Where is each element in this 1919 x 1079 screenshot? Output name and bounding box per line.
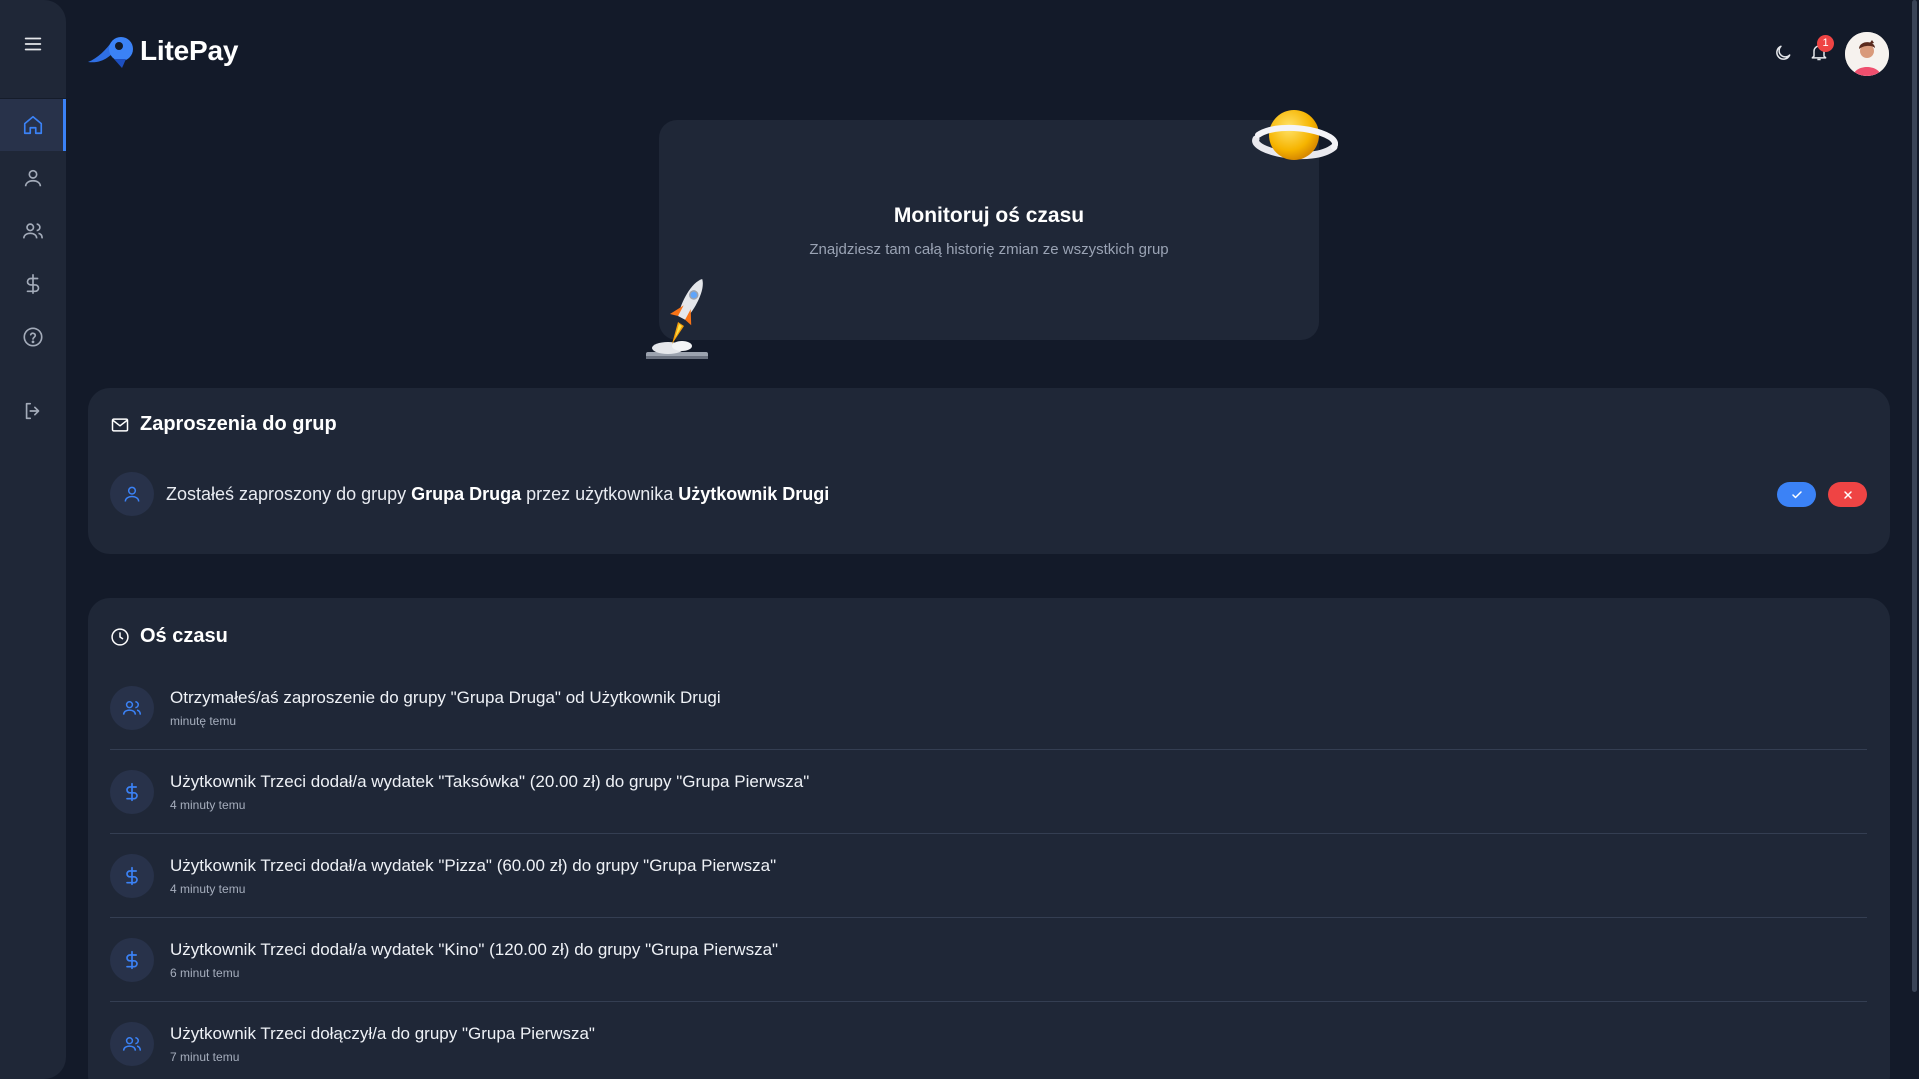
timeline-item-icon [110, 770, 154, 814]
timeline-item-text: Użytkownik Trzeci dołączył/a do grupy "G… [170, 1024, 595, 1043]
sidebar-item-help[interactable] [0, 311, 66, 363]
timeline-item-time: minutę temu [170, 714, 237, 728]
accept-invitation-button[interactable] [1777, 482, 1816, 507]
timeline-item-text: Otrzymałeś/aś zaproszenie do grupy "Grup… [170, 688, 721, 707]
sidebar-item-logout[interactable] [0, 385, 66, 437]
timeline-title: Oś czasu [140, 625, 228, 647]
moon-icon [1776, 45, 1791, 60]
avatar-image [1845, 32, 1889, 76]
timeline-item: Użytkownik Trzeci dodał/a wydatek "Kino"… [110, 918, 1867, 1002]
timeline-item-time: 7 minut temu [170, 1050, 240, 1064]
hero-card: Monitoruj oś czasu Znajdziesz tam całą h… [659, 120, 1319, 340]
theme-toggle-button[interactable] [1770, 40, 1796, 66]
invitations-card: Zaproszenia do grup Zostałeś zaproszony … [88, 388, 1890, 554]
logout-icon [25, 402, 40, 420]
dollar-icon [126, 782, 138, 802]
timeline-item-icon [110, 938, 154, 982]
hero-title: Monitoruj oś czasu [893, 204, 1085, 227]
clock-icon [111, 627, 129, 646]
users-icon [23, 223, 43, 239]
invitation-prefix: Zostałeś zaproszony do grupy [166, 483, 412, 504]
timeline-header: Oś czasu [110, 625, 228, 648]
timeline-item: Użytkownik Trzeci dodał/a wydatek "Taksó… [110, 750, 1867, 834]
timeline-item-text: Użytkownik Trzeci dodał/a wydatek "Taksó… [170, 772, 810, 791]
decline-invitation-button[interactable] [1828, 482, 1867, 507]
dollar-icon [126, 866, 138, 886]
invitations-header: Zaproszenia do grup [110, 413, 337, 436]
planet-illustration [1252, 110, 1338, 160]
invitation-avatar [110, 472, 154, 516]
hamburger-icon [24, 37, 42, 51]
invitation-group-name: Grupa Druga [411, 483, 522, 504]
timeline-item-time: 4 minuty temu [170, 798, 246, 812]
page-scrollbar[interactable] [1912, 0, 1917, 992]
timeline-item-text: Użytkownik Trzeci dodał/a wydatek "Pizza… [170, 856, 777, 875]
timeline-item-text: Użytkownik Trzeci dodał/a wydatek "Kino"… [170, 940, 779, 959]
close-icon [1843, 490, 1852, 499]
timeline-item-time: 4 minuty temu [170, 882, 246, 896]
timeline-item-icon [110, 1022, 154, 1066]
timeline-item-time: 6 minut temu [170, 966, 240, 980]
invitation-user-name: Użytkownik Drugi [678, 483, 830, 504]
invitation-middle: przez użytkownika [521, 483, 679, 504]
sidebar-item-groups[interactable] [0, 205, 66, 257]
timeline-item: Otrzymałeś/aś zaproszenie do grupy "Grup… [110, 666, 1867, 750]
check-icon [1791, 490, 1802, 498]
help-icon [23, 327, 43, 347]
timeline-item-icon [110, 854, 154, 898]
invitations-title: Zaproszenia do grup [140, 413, 337, 435]
timeline-item-icon [110, 686, 154, 730]
app-name: LitePay [140, 35, 239, 66]
user-icon [124, 486, 140, 502]
invitation-text: Zostałeś zaproszony do grupy Grupa Druga… [166, 484, 829, 505]
sidebar-item-profile[interactable] [0, 152, 66, 204]
timeline-item: Użytkownik Trzeci dodał/a wydatek "Pizza… [110, 834, 1867, 918]
litepay-logo-icon [88, 37, 133, 68]
user-avatar[interactable] [1845, 32, 1889, 76]
dollar-icon [126, 950, 138, 970]
dollar-icon [26, 274, 40, 294]
app-logo[interactable]: LitePay [86, 32, 238, 70]
timeline-card: Oś czasu Otrzymałeś/aś zaproszenie do gr… [88, 598, 1890, 1079]
mail-icon [111, 417, 129, 432]
hero-subtitle: Znajdziesz tam całą historię zmian ze ws… [809, 241, 1169, 258]
notification-badge: 1 [1817, 35, 1834, 52]
sidebar-item-expenses[interactable] [0, 258, 66, 310]
users-icon [122, 1037, 142, 1051]
sidebar [0, 0, 66, 1079]
home-icon [23, 115, 43, 135]
invitation-item: Zostałeś zaproszony do grupy Grupa Druga… [110, 472, 829, 516]
user-icon [24, 169, 42, 187]
sidebar-item-home[interactable] [0, 99, 66, 151]
timeline-item: Użytkownik Trzeci dołączył/a do grupy "G… [110, 1002, 1867, 1079]
users-icon [122, 701, 142, 715]
rocket-illustration [646, 279, 708, 359]
menu-toggle-button[interactable] [0, 18, 66, 70]
